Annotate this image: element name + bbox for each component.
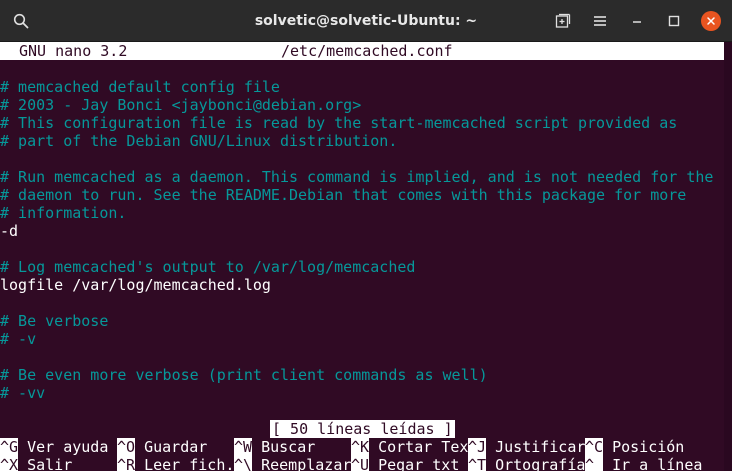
shortcut-item: ^U Pegar txt [351,456,459,471]
comment-line: # Be verbose [0,312,109,330]
shortcut-label: Justificar [486,438,586,456]
shortcut-item: ^O Guardar [117,438,207,456]
comment-line: # -v [0,330,37,348]
shortcut-row: ^X Salir ^R Leer fich. ^\ Reemplazar ^U Peg… [0,456,724,471]
comment-line: # part of the Debian GNU/Linux distribut… [0,132,398,150]
config-line [0,348,724,366]
shortcut-item: ^C Posición [585,438,684,456]
shortcut-label: Reemplazar [252,456,352,471]
comment-line: # Be even more verbose (print client com… [0,366,488,384]
shortcut-row: ^G Ver ayuda ^O Guardar ^W Buscar ^K Cortar… [0,438,724,456]
shortcut-key: ^T [468,456,487,471]
shortcut-key: ^U [351,456,370,471]
minimize-icon[interactable] [624,8,650,34]
shortcut-key: ^O [117,438,136,456]
shortcut-label: Ver ayuda [18,438,109,456]
shortcut-item: ^_ Ir a línea [585,456,702,471]
file-content[interactable]: # memcached default config file # 2003 - … [0,78,724,402]
comment-line: # Log memcached's output to /var/log/mem… [0,258,416,276]
shortcut-item: ^T Ortografía [468,456,585,471]
terminal-window: solvetic@solvetic-Ubuntu: ~ GNU nano 3.2… [0,0,732,471]
shortcut-item: ^J Justificar [468,438,585,456]
shortcut-label: Salir [18,456,73,471]
terminal-area[interactable]: GNU nano 3.2 /etc/memcached.conf # memca… [0,42,724,471]
shortcut-key: ^R [117,456,136,471]
config-line [0,294,724,312]
comment-line: # -vv [0,384,46,402]
comment-line: # Run memcached as a daemon. This comman… [0,168,714,186]
scrollbar[interactable] [724,42,732,471]
shortcut-label: Pegar txt [369,456,460,471]
shortcut-item: ^W Buscar [234,438,315,456]
shortcut-label: Leer fich. [135,456,235,471]
shortcut-key: ^J [468,438,487,456]
shortcut-label: Cortar Tex [369,438,469,456]
close-button[interactable] [698,8,724,34]
shortcut-key: ^C [585,438,604,456]
comment-line: # 2003 - Jay Bonci <jaybonci@debian.org> [0,96,362,114]
status-message: [ 50 líneas leídas ] [270,420,455,438]
shortcut-item: ^K Cortar Tex [351,438,468,456]
menu-icon[interactable] [587,8,613,34]
shortcut-label: Posición [603,438,685,456]
comment-line: # daemon to run. See the README.Debian t… [0,186,687,204]
comment-line: # information. [0,204,127,222]
config-line [0,240,724,258]
config-line: logfile /var/log/memcached.log [0,276,271,294]
maximize-icon[interactable] [661,8,687,34]
shortcut-item: ^R Leer fich. [117,456,234,471]
shortcut-item: ^X Salir [0,456,72,471]
title-bar: solvetic@solvetic-Ubuntu: ~ [0,0,732,42]
comment-line: # memcached default config file [0,78,280,96]
config-line: -d [0,222,19,240]
shortcut-item: ^\ Reemplazar [234,456,351,471]
close-icon [701,11,721,31]
config-line [0,150,724,168]
shortcut-label: Ir a línea [603,456,703,471]
shortcut-key: ^_ [585,456,604,471]
shortcut-key: ^\ [234,456,253,471]
file-name: /etc/memcached.conf [281,42,453,60]
shortcut-key: ^K [351,438,370,456]
shortcut-key: ^X [0,456,19,471]
shortcut-bar: ^G Ver ayuda ^O Guardar ^W Buscar ^K Cortar… [0,438,724,471]
nano-version: GNU nano 3.2 [19,42,128,60]
shortcut-label: Guardar [135,438,208,456]
nano-header: GNU nano 3.2 /etc/memcached.conf [0,42,724,60]
shortcut-key: ^G [0,438,19,456]
window-title: solvetic@solvetic-Ubuntu: ~ [254,13,478,29]
shortcut-key: ^W [234,438,253,456]
shortcut-item: ^G Ver ayuda [0,438,108,456]
comment-line: # This configuration file is read by the… [0,114,678,132]
shortcut-label: Buscar [252,438,316,456]
shortcut-label: Ortografía [486,456,586,471]
new-tab-icon[interactable] [550,8,576,34]
search-icon[interactable] [8,8,34,34]
